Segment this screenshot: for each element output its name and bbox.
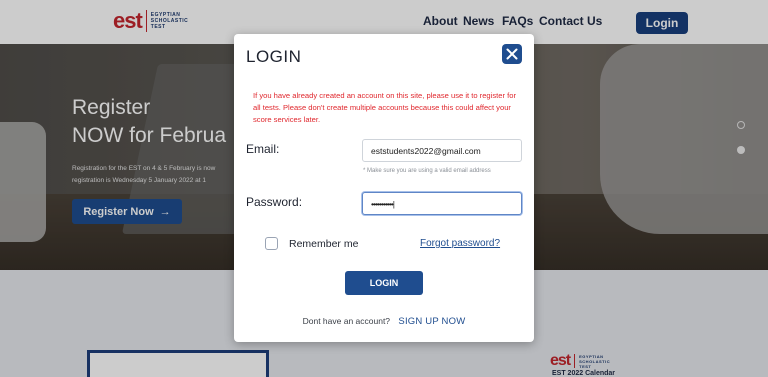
password-field[interactable]: •••••••••••| (362, 192, 522, 215)
account-warning: If you have already created an account o… (253, 91, 516, 124)
login-submit-button[interactable]: LOGIN (345, 271, 423, 295)
login-modal: LOGIN If you have already created an acc… (234, 34, 534, 342)
remember-me-label[interactable]: Remember me (289, 238, 358, 250)
modal-title: LOGIN (246, 47, 302, 66)
email-label: Email: (246, 142, 280, 156)
forgot-password-link[interactable]: Forgot password? (420, 238, 500, 249)
email-hint: * Make sure you are using a valid email … (363, 168, 491, 174)
signup-prompt: Dont have an account? (302, 316, 391, 326)
signup-row: Dont have an account? SIGN UP NOW (234, 316, 534, 327)
close-icon (506, 48, 518, 60)
close-button[interactable] (502, 44, 522, 64)
sign-up-link[interactable]: SIGN UP NOW (398, 316, 465, 327)
email-field[interactable]: eststudents2022@gmail.com (362, 139, 522, 162)
remember-me-checkbox[interactable] (265, 237, 278, 250)
password-label: Password: (246, 195, 303, 209)
